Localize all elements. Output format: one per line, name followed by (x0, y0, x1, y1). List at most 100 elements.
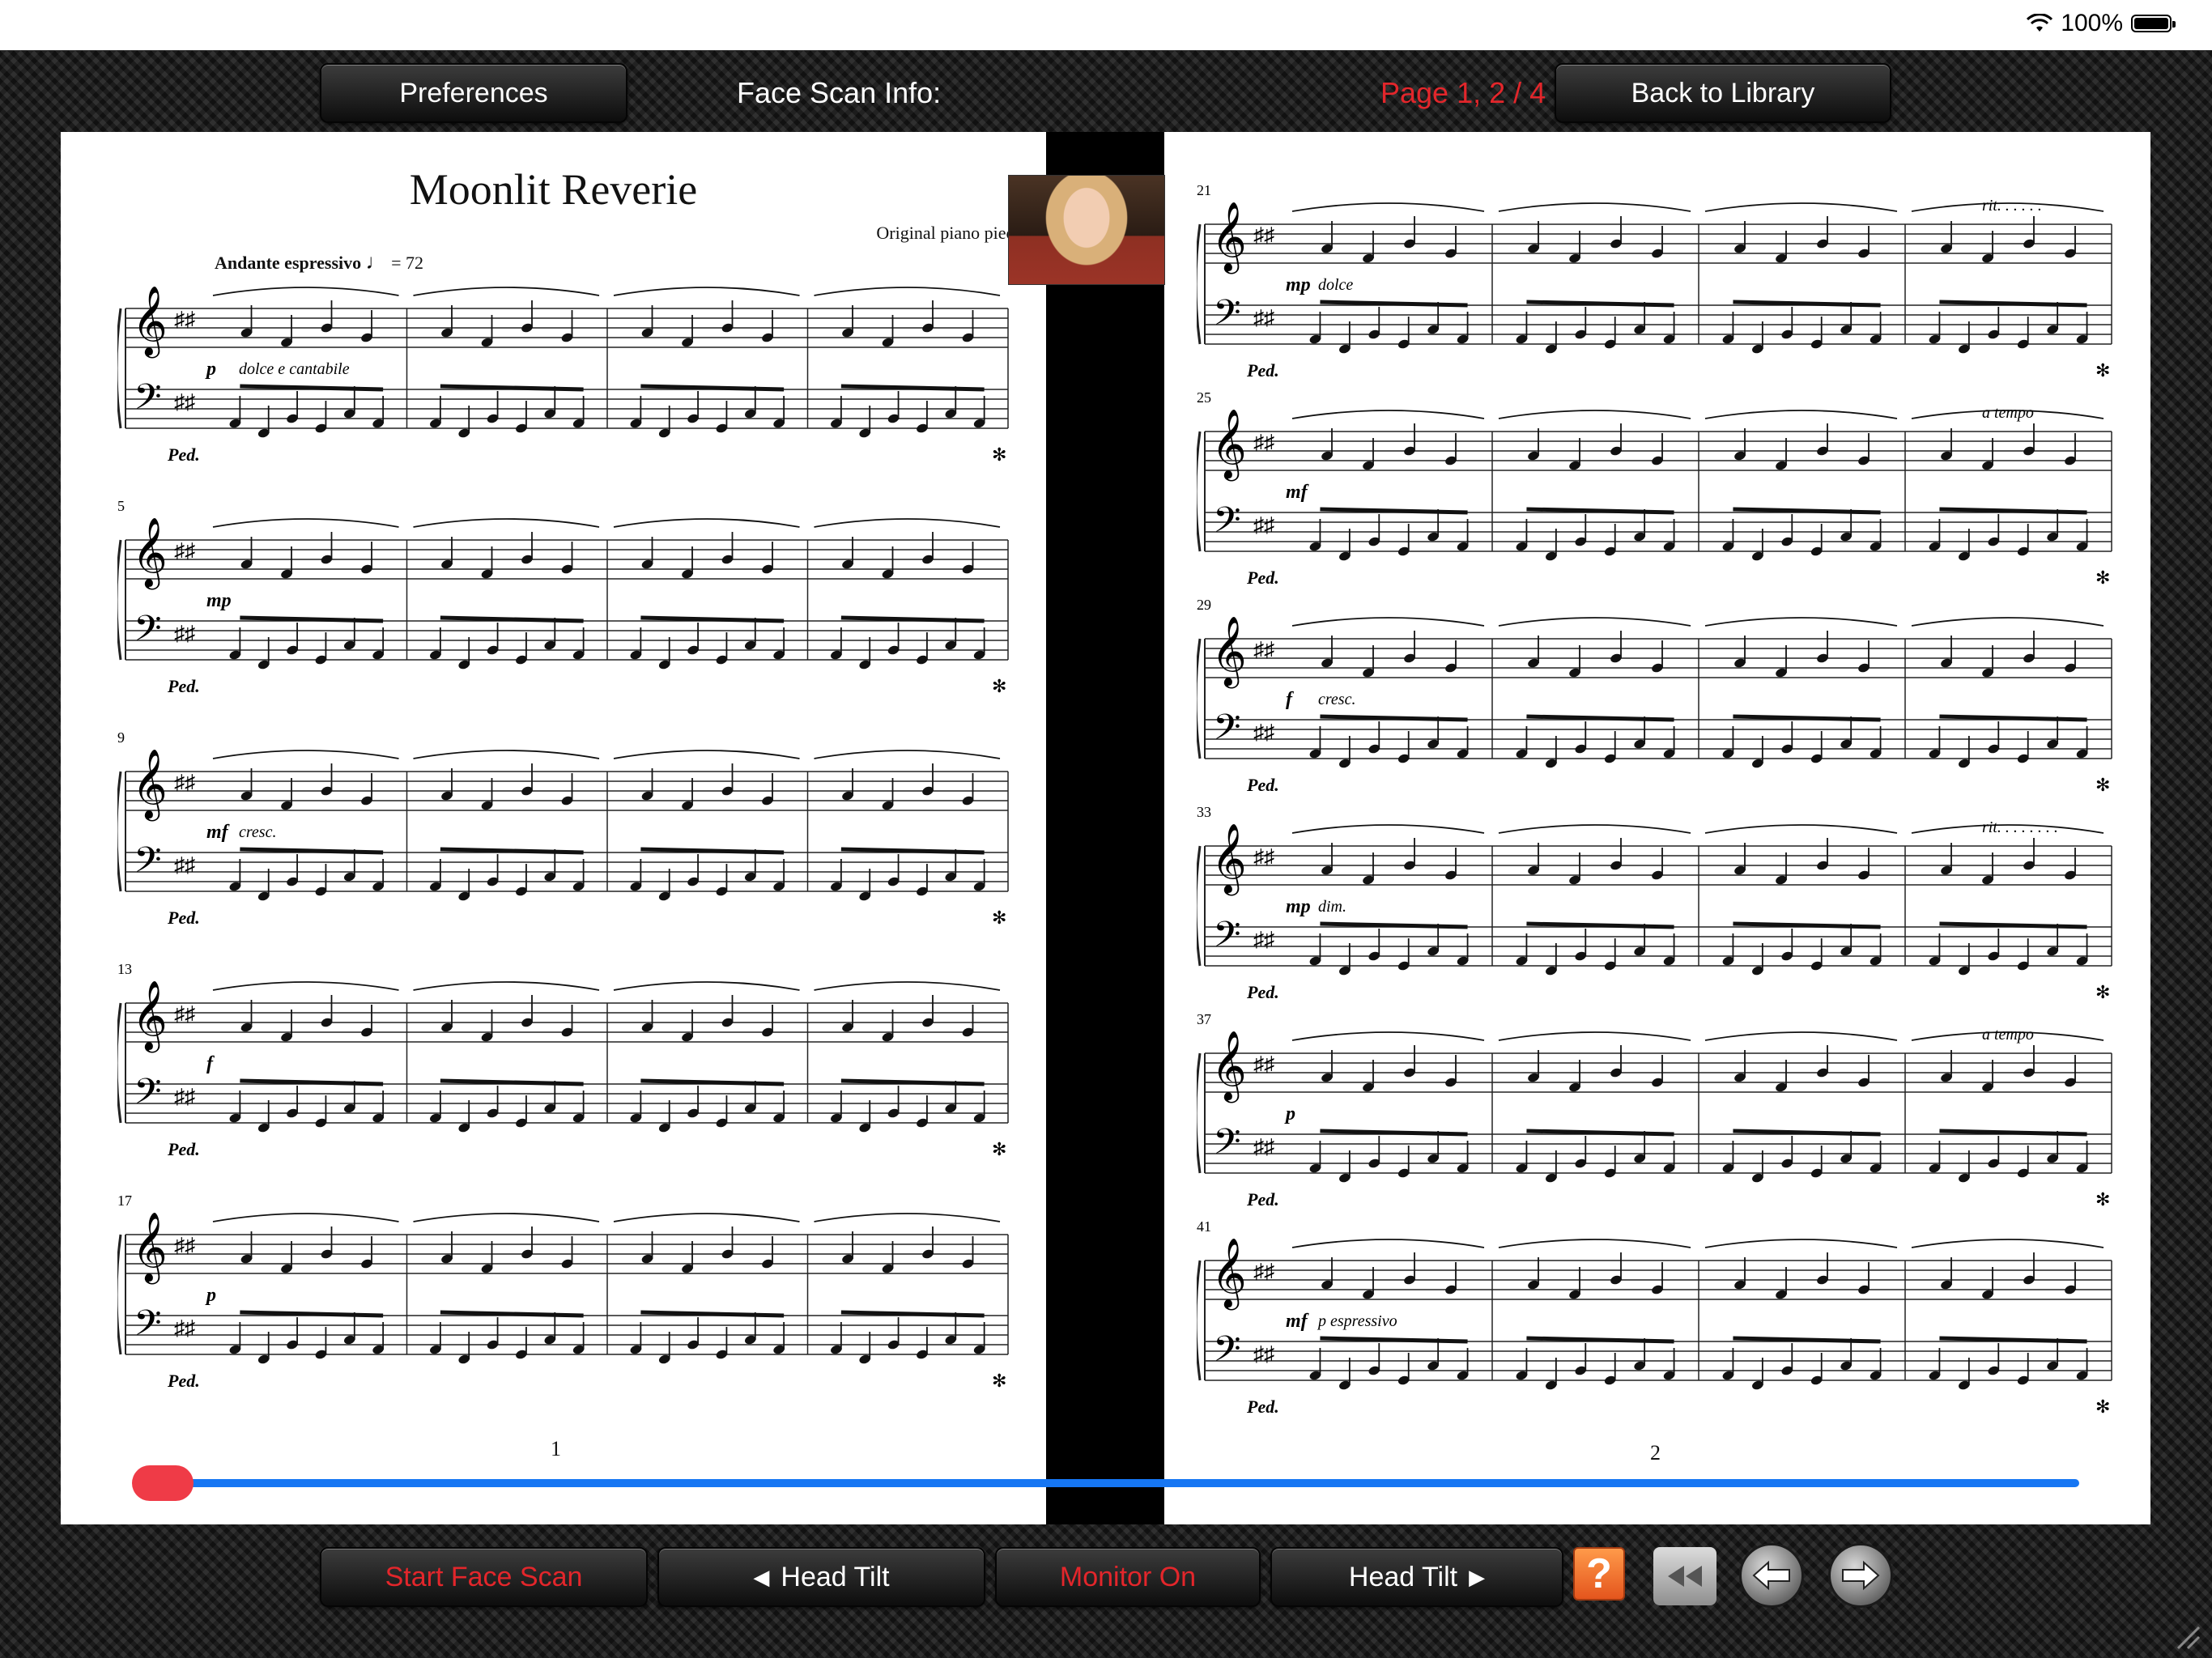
key-signature: ♯♯ (174, 621, 195, 645)
start-face-scan-button[interactable]: Start Face Scan (320, 1547, 648, 1607)
bass-clef-icon: 𝄢 (1213, 913, 1241, 964)
staff-graphic (117, 981, 1009, 1133)
treble-clef-icon: 𝄞 (1211, 1238, 1247, 1307)
metronome-text: = 72 (391, 253, 424, 273)
key-signature: ♯♯ (1253, 844, 1274, 869)
staff-graphic (1197, 1031, 2112, 1183)
staff-system: 𝄞 𝄢 ♯♯ ♯♯ 29 f cresc. Ped. ✻ (1197, 597, 2120, 809)
next-page-button[interactable] (1828, 1543, 1893, 1608)
key-signature: ♯♯ (174, 538, 195, 563)
dynamic-marking: p (206, 1285, 216, 1306)
page-indicator: Page 1, 2 / 4 (1380, 76, 1546, 109)
score-page-2[interactable]: 𝄞 𝄢 ♯♯ ♯♯ 21 mp dolce rit. . . . . . Ped. ✻ 𝄞 𝄢 ♯♯ ♯♯… (1164, 132, 2150, 1524)
monitor-on-label: Monitor On (1059, 1561, 1197, 1592)
tempo-marking: Andante espressivo ♩ = 72 (215, 250, 423, 274)
key-signature: ♯♯ (1253, 512, 1274, 537)
page-slider-thumb[interactable] (132, 1465, 194, 1501)
staff-graphic (117, 1213, 1009, 1364)
pedal-release-icon: ✻ (992, 444, 1007, 465)
key-signature: ♯♯ (1253, 637, 1274, 661)
dynamic-marking: f (206, 1053, 213, 1074)
face-scan-info-label: Face Scan Info: (737, 76, 942, 109)
pedal-marking: Ped. (168, 908, 203, 929)
head-tilt-left-button[interactable]: ◀ Head Tilt (657, 1547, 985, 1607)
tempo-change-marking: rit. . . . . . . . (1982, 818, 2058, 836)
key-signature: ♯♯ (1253, 1052, 1274, 1076)
pedal-release-icon: ✻ (2095, 982, 2111, 1002)
staff-system: 𝄞 𝄢 ♯♯ ♯♯ 13 f Ped. ✻ (117, 961, 1016, 1173)
treble-clef-icon: 𝄞 (1211, 823, 1247, 893)
score-page-1[interactable]: Moonlit Reverie Original piano piece And… (61, 132, 1046, 1524)
staff-system: 𝄞 𝄢 ♯♯ ♯♯ 33 mp dim. rit. . . . . . . . Ped. ✻ (1197, 804, 2120, 1016)
help-button[interactable]: ? (1573, 1547, 1625, 1601)
pedal-marking: Ped. (168, 676, 203, 697)
key-signature: ♯♯ (174, 1233, 195, 1257)
dynamic-marking: p (206, 359, 216, 380)
pedal-release-icon: ✻ (2095, 1397, 2111, 1417)
measure-number: 13 (117, 961, 132, 977)
staff-system: 𝄞 𝄢 ♯♯ ♯♯ 5 mp Ped. ✻ (117, 498, 1016, 710)
preferences-label: Preferences (399, 77, 548, 108)
page-slider-track[interactable] (162, 1479, 2079, 1487)
treble-clef-icon: 𝄞 (132, 517, 168, 587)
score-title: Moonlit Reverie (409, 165, 698, 214)
key-signature: ♯♯ (174, 770, 195, 794)
tempo-text: Andante espressivo (215, 253, 362, 273)
head-tilt-right-button[interactable]: Head Tilt ▶ (1270, 1547, 1563, 1607)
measure-number: 21 (1197, 182, 1211, 198)
rewind-button[interactable] (1653, 1547, 1716, 1605)
bass-clef-icon: 𝄢 (1213, 291, 1241, 342)
staff-system: 𝄞 𝄢 ♯♯ ♯♯ 17 p Ped. ✻ (117, 1192, 1016, 1405)
dynamic-marking: mp (206, 590, 232, 611)
bass-clef-icon: 𝄢 (134, 1070, 162, 1121)
key-signature: ♯♯ (1253, 720, 1274, 744)
bass-clef-icon: 𝄢 (134, 839, 162, 890)
staff-system: 𝄞 𝄢 ♯♯ ♯♯ 9 mf cresc. Ped. ✻ (117, 729, 1016, 942)
treble-clef-icon: 𝄞 (132, 749, 168, 818)
monitor-on-button[interactable]: Monitor On (995, 1547, 1261, 1607)
staff-graphic (1197, 410, 2112, 561)
arrow-left-icon (1752, 1560, 1790, 1591)
previous-page-button[interactable] (1739, 1543, 1804, 1608)
pedal-marking: Ped. (1247, 982, 1283, 1003)
pedal-marking: Ped. (168, 1371, 203, 1392)
staff-system: 𝄞 𝄢 ♯♯ ♯♯ p dolce e cantabile Ped. ✻ (117, 276, 1016, 478)
dynamic-marking: mp (1286, 896, 1311, 917)
status-indicators: 100% (2027, 10, 2176, 37)
staff-system: 𝄞 𝄢 ♯♯ ♯♯ 37 p a tempo Ped. ✻ (1197, 1011, 2120, 1223)
measure-number: 25 (1197, 389, 1211, 406)
bass-clef-icon: 𝄢 (1213, 706, 1241, 757)
page-gutter (1046, 132, 1164, 1524)
pedal-marking: Ped. (1247, 568, 1283, 589)
measure-number: 9 (117, 729, 125, 746)
arrow-right-icon (1842, 1560, 1880, 1591)
key-signature: ♯♯ (174, 307, 195, 331)
head-tilt-right-label: Head Tilt (1348, 1561, 1458, 1592)
key-signature: ♯♯ (174, 1084, 195, 1108)
key-signature: ♯♯ (1253, 927, 1274, 951)
expression-marking: p espressivo (1318, 1312, 1397, 1330)
pedal-marking: Ped. (1247, 1189, 1283, 1210)
dynamic-marking: mf (1286, 1311, 1308, 1332)
battery-percent: 100% (2061, 10, 2123, 36)
face-camera-preview (1008, 175, 1165, 285)
bass-clef-icon: 𝄢 (1213, 499, 1241, 550)
staff-system: 𝄞 𝄢 ♯♯ ♯♯ 25 mf a tempo Ped. ✻ (1197, 389, 2120, 602)
pedal-release-icon: ✻ (992, 908, 1007, 928)
back-to-library-button[interactable]: Back to Library (1555, 63, 1891, 123)
pedal-release-icon: ✻ (992, 1139, 1007, 1159)
bass-clef-icon: 𝄢 (134, 1302, 162, 1353)
tempo-change-marking: rit. . . . . . (1982, 197, 2042, 215)
pedal-release-icon: ✻ (2095, 568, 2111, 588)
dynamic-marking: mf (1286, 482, 1308, 503)
resize-grip-icon (2176, 1626, 2201, 1650)
measure-number: 29 (1197, 597, 1211, 613)
preferences-button[interactable]: Preferences (320, 63, 627, 123)
pedal-marking: Ped. (1247, 1397, 1283, 1418)
score-subtitle: Original piano piece (876, 223, 1022, 243)
head-tilt-left-label: Head Tilt (781, 1561, 890, 1592)
triangle-left-icon: ◀ (753, 1564, 770, 1589)
key-signature: ♯♯ (1253, 430, 1274, 454)
expression-marking: cresc. (1318, 691, 1356, 708)
measure-number: 37 (1197, 1011, 1211, 1027)
